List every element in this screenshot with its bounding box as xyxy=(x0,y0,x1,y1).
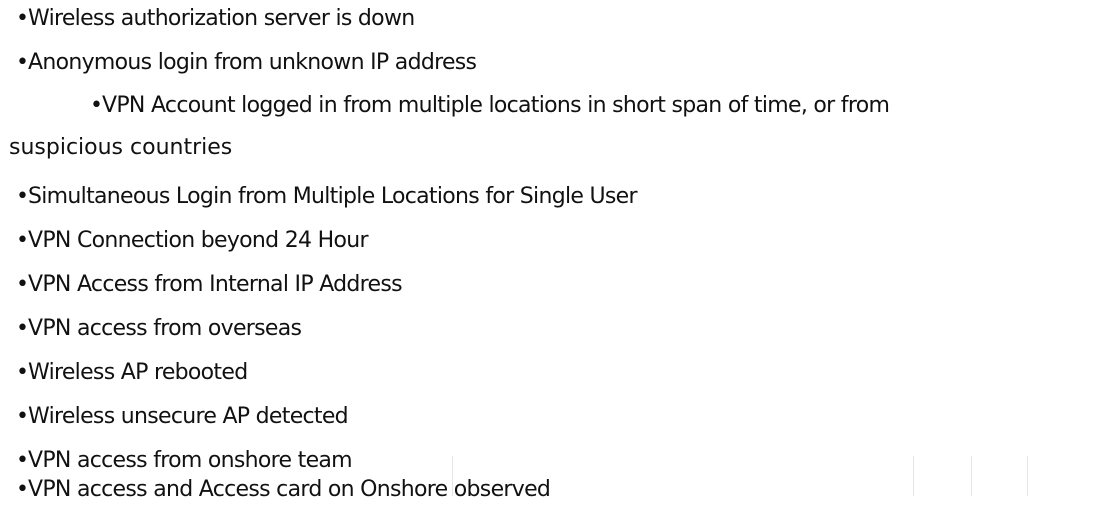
list-item: •VPN Account logged in from multiple loc… xyxy=(90,91,890,121)
list-item-text: Wireless AP rebooted xyxy=(28,360,248,385)
bullet-icon: • xyxy=(16,316,29,341)
list-item-text: VPN Connection beyond 24 Hour xyxy=(28,228,369,253)
bullet-icon: • xyxy=(16,404,29,429)
background-divider xyxy=(971,456,972,496)
list-item: •VPN access and Access card on Onshore o… xyxy=(16,475,551,505)
bullet-icon: • xyxy=(16,272,29,297)
list-item: •VPN Access from Internal IP Address xyxy=(16,270,403,300)
bullet-icon: • xyxy=(90,93,103,118)
list-item-text: VPN Account logged in from multiple loca… xyxy=(102,93,890,118)
list-item: •VPN Connection beyond 24 Hour xyxy=(16,226,369,256)
list-item: •Anonymous login from unknown IP address xyxy=(16,48,477,78)
list-item-text: VPN access from onshore team xyxy=(28,448,353,473)
list-item-text: Wireless authorization server is down xyxy=(28,6,415,31)
list-item-text: VPN access from overseas xyxy=(28,316,302,341)
list-item-text: suspicious countries xyxy=(9,135,233,160)
list-item-text: VPN Access from Internal IP Address xyxy=(28,272,403,297)
bullet-icon: • xyxy=(16,448,29,473)
list-item: •Wireless authorization server is down xyxy=(16,4,415,34)
list-item: •Simultaneous Login from Multiple Locati… xyxy=(16,182,638,212)
list-item-text: Anonymous login from unknown IP address xyxy=(28,50,477,75)
list-item-text: VPN access and Access card on Onshore ob… xyxy=(28,477,551,502)
list-item-text: Simultaneous Login from Multiple Locatio… xyxy=(28,184,638,209)
list-item: •VPN access from onshore team xyxy=(16,446,353,476)
bullet-icon: • xyxy=(16,6,29,31)
list-item: •Wireless AP rebooted xyxy=(16,358,248,388)
background-divider xyxy=(452,456,453,496)
bullet-icon: • xyxy=(16,228,29,253)
bullet-icon: • xyxy=(16,50,29,75)
bullet-icon: • xyxy=(16,184,29,209)
list-item-text: Wireless unsecure AP detected xyxy=(28,404,349,429)
bullet-icon: • xyxy=(16,477,29,502)
bullet-icon: • xyxy=(16,360,29,385)
background-divider xyxy=(1027,456,1028,496)
list-item: •Wireless unsecure AP detected xyxy=(16,402,349,432)
list-item: •VPN access from overseas xyxy=(16,314,302,344)
alert-list: •Wireless authorization server is down •… xyxy=(0,0,1095,509)
list-item-continuation: suspicious countries xyxy=(9,133,232,163)
background-divider xyxy=(913,456,914,496)
